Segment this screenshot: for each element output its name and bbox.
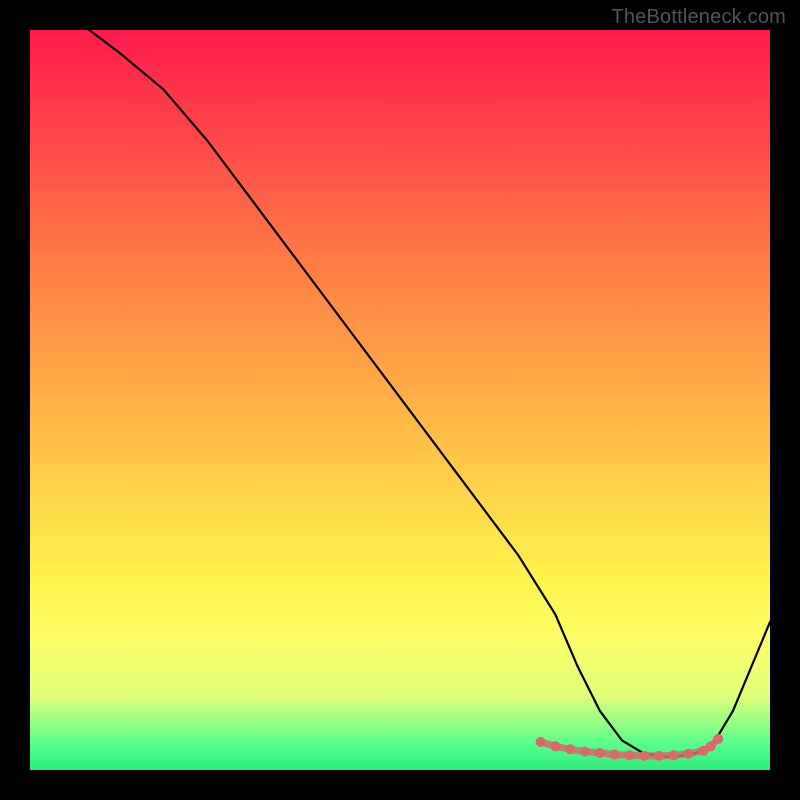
- chart-frame: TheBottleneck.com: [0, 0, 800, 800]
- watermark-text: TheBottleneck.com: [611, 6, 786, 29]
- highlight-markers: [536, 734, 724, 761]
- plot-area: [30, 30, 770, 770]
- curve-line: [89, 30, 770, 757]
- chart-svg: [30, 30, 770, 770]
